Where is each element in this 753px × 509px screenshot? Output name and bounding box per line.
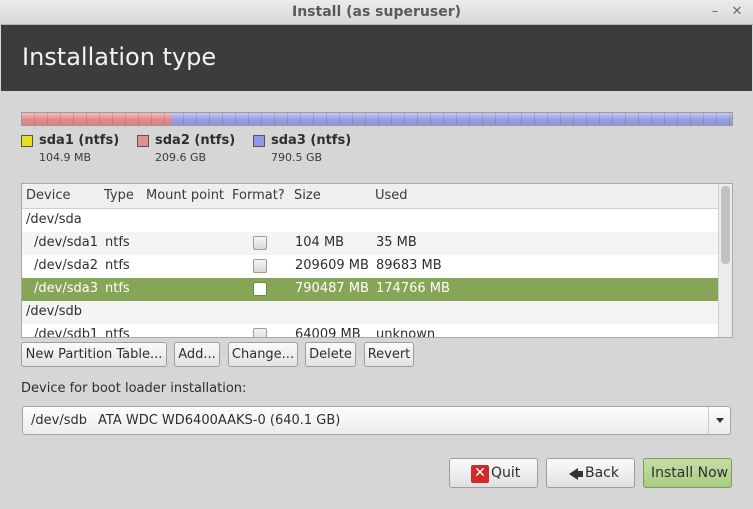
quit-icon: ✕ [471, 465, 489, 483]
table-row[interactable]: /dev/sda2 ntfs 209609 MB 89683 MB [22, 255, 719, 278]
size-cell: 104 MB [295, 235, 345, 250]
format-checkbox[interactable] [253, 328, 267, 337]
used-cell: unknown [376, 327, 436, 338]
legend-name: sda3 (ntfs) [271, 133, 352, 148]
format-checkbox[interactable] [253, 282, 267, 296]
device-cell: /dev/sda2 [34, 258, 98, 273]
quit-label: Quit [491, 465, 521, 481]
table-row-selected[interactable]: /dev/sda3 ntfs 790487 MB 174766 MB [22, 278, 719, 301]
device-cell: /dev/sdb [26, 304, 82, 319]
legend-size: 790.5 GB [271, 151, 323, 164]
device-cell: /dev/sda1 [34, 235, 98, 250]
dropdown-button[interactable] [708, 407, 730, 434]
install-now-label: Install Now [651, 465, 729, 481]
device-cell: /dev/sdb1 [34, 327, 99, 338]
back-label: Back [585, 465, 619, 481]
type-cell: ntfs [105, 235, 130, 250]
bootloader-device: /dev/sdb [31, 413, 87, 428]
legend-swatch [253, 135, 265, 147]
legend-swatch [21, 135, 33, 147]
add-partition-button[interactable]: Add... [174, 342, 220, 367]
used-cell: 89683 MB [376, 258, 442, 273]
partition-segment-sda2 [22, 113, 171, 125]
install-now-button[interactable]: Install Now [643, 458, 732, 488]
column-header-size[interactable]: Size [294, 188, 321, 203]
used-cell: 35 MB [376, 235, 417, 250]
column-header-format[interactable]: Format? [232, 188, 285, 203]
type-cell: ntfs [105, 281, 130, 296]
back-arrow-icon [569, 468, 583, 480]
minimize-icon[interactable]: – [708, 4, 722, 19]
window-title: Install (as superuser) [292, 4, 461, 20]
format-checkbox[interactable] [253, 259, 267, 273]
table-row[interactable]: /dev/sda [22, 209, 719, 232]
column-header-used[interactable]: Used [375, 188, 408, 203]
size-cell: 209609 MB [295, 258, 369, 273]
page-header: Installation type [1, 25, 752, 91]
partition-table[interactable]: Device Type Mount point Format? Size Use… [21, 183, 733, 338]
legend-size: 209.6 GB [155, 151, 207, 164]
bootloader-device-select[interactable]: /dev/sdb ATA WDC WD6400AAKS-0 (640.1 GB) [22, 406, 731, 435]
new-partition-table-button[interactable]: New Partition Table... [21, 342, 167, 367]
legend-name: sda2 (ntfs) [155, 133, 236, 148]
legend-name: sda1 (ntfs) [39, 133, 120, 148]
type-cell: ntfs [105, 258, 130, 273]
device-cell: /dev/sda3 [34, 281, 98, 296]
quit-button[interactable]: ✕ Quit [449, 458, 538, 488]
table-row[interactable]: /dev/sdb [22, 301, 719, 324]
back-button[interactable]: Back [546, 458, 635, 488]
scrollbar-thumb[interactable] [721, 186, 730, 264]
format-checkbox[interactable] [253, 236, 267, 250]
bootloader-device-description: ATA WDC WD6400AAKS-0 (640.1 GB) [98, 413, 341, 428]
window-titlebar[interactable]: Install (as superuser) – ✕ [0, 0, 753, 25]
partition-bar [21, 112, 733, 126]
column-header-device[interactable]: Device [26, 188, 70, 203]
column-header-mount-point[interactable]: Mount point [146, 188, 224, 203]
revert-button[interactable]: Revert [364, 342, 414, 367]
table-row[interactable]: /dev/sda1 ntfs 104 MB 35 MB [22, 232, 719, 255]
size-cell: 64009 MB [295, 327, 361, 338]
type-cell: ntfs [105, 327, 130, 338]
device-cell: /dev/sda [26, 212, 82, 227]
bootloader-label: Device for boot loader installation: [21, 381, 247, 396]
size-cell: 790487 MB [295, 281, 369, 296]
legend-swatch [137, 135, 149, 147]
table-header: Device Type Mount point Format? Size Use… [22, 184, 719, 209]
used-cell: 174766 MB [376, 281, 450, 296]
legend-size: 104.9 MB [39, 151, 92, 164]
close-icon[interactable]: ✕ [730, 4, 744, 19]
delete-partition-button[interactable]: Delete [305, 342, 356, 367]
column-header-type[interactable]: Type [104, 188, 134, 203]
table-row[interactable]: /dev/sdb1 ntfs 64009 MB unknown [22, 324, 719, 338]
change-partition-button[interactable]: Change... [228, 342, 298, 367]
partition-segment-sda3 [170, 113, 732, 125]
chevron-down-icon [716, 418, 724, 423]
page-title: Installation type [22, 43, 217, 71]
vertical-scrollbar[interactable] [718, 184, 732, 337]
